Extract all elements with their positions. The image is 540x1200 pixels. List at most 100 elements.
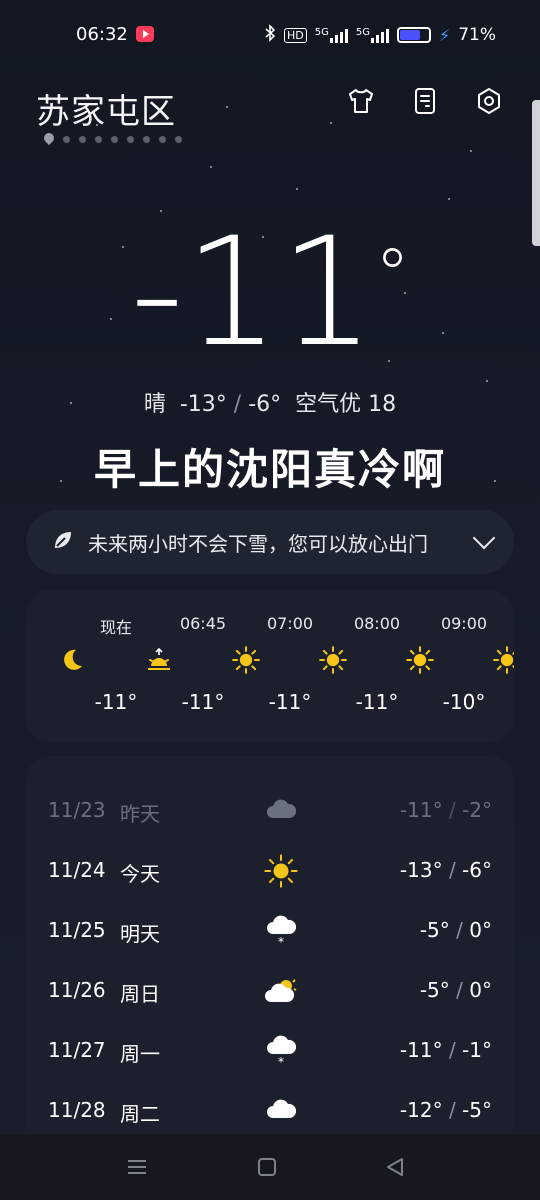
star — [330, 122, 332, 124]
hour-time: 09:00 — [440, 614, 488, 633]
day-low: -5° — [419, 918, 450, 942]
day-label: 今天 — [120, 862, 160, 886]
signal-icon: 5G — [356, 27, 389, 43]
battery-percent: 71% — [458, 25, 496, 45]
network-type-label: 5G — [355, 27, 370, 38]
day-label: 周日 — [120, 982, 160, 1006]
moon-icon — [58, 646, 86, 674]
temperature-value: -11 — [130, 206, 375, 380]
star — [470, 150, 472, 152]
day-range: -12° / -5° — [400, 1098, 492, 1122]
day-high: -2° — [462, 798, 492, 822]
star — [486, 380, 488, 382]
page-indicator — [44, 133, 182, 145]
precipitation-alert[interactable]: 未来两小时不会下雪，您可以放心出门 — [26, 510, 514, 574]
hour-temp: -10° — [442, 690, 486, 714]
daily-row[interactable]: 11/28 周二 -12° / -5° — [26, 1080, 514, 1134]
day-low: -13° — [399, 858, 443, 882]
sun-icon — [232, 646, 260, 674]
day-date: 11/25 — [48, 918, 106, 942]
air-quality[interactable]: 空气优 18 — [295, 392, 396, 417]
day-high: -5° — [462, 1098, 492, 1122]
range-separator: / — [456, 978, 463, 1002]
weather-summary: 晴 -13° / -6° 空气优 18 — [0, 386, 540, 418]
hour-temp: -11° — [94, 690, 138, 714]
day-date: 11/23 — [48, 798, 106, 822]
sunrise-icon — [145, 646, 173, 674]
degree-symbol: ° — [375, 234, 410, 316]
page-dot — [175, 135, 182, 143]
day-high: -6° — [462, 858, 492, 882]
home-icon[interactable] — [256, 1156, 278, 1178]
day-label: 周一 — [120, 1042, 160, 1066]
clothing-icon[interactable] — [346, 86, 376, 116]
network-type-label: 5G — [314, 27, 329, 38]
hour-time: 08:00 — [353, 614, 401, 633]
page-dot — [79, 135, 86, 143]
daily-forecast[interactable]: 11/23 昨天 -11° / -2° 11/24 今天 -13° / -6° 11… — [26, 756, 514, 1134]
system-nav-bar — [0, 1134, 540, 1200]
menu-icon[interactable] — [126, 1156, 148, 1178]
snow-icon: * — [264, 1034, 298, 1069]
page-dot — [95, 135, 102, 143]
settings-icon[interactable] — [474, 86, 504, 116]
alert-text: 未来两小时不会下雪，您可以放心出门 — [88, 531, 428, 556]
daily-row[interactable]: 11/24 今天 -13° / -6° — [26, 840, 514, 900]
hour-time: 07:00 — [266, 614, 314, 633]
daily-row[interactable]: 11/25 明天 * -5° / 0° — [26, 900, 514, 960]
day-label: 昨天 — [120, 802, 160, 826]
day-high: -1° — [462, 1038, 492, 1062]
daily-row[interactable]: 11/27 周一 * -11° / -1° — [26, 1020, 514, 1080]
leaf-icon — [52, 529, 74, 555]
day-range: -5° / 0° — [420, 918, 492, 942]
current-temperature: -11° — [0, 218, 540, 368]
page-dot — [111, 135, 118, 143]
daily-row[interactable]: 11/26 周日 -5° / 0° — [26, 960, 514, 1020]
hour-temp: -11° — [355, 690, 399, 714]
range-separator: / — [448, 1098, 456, 1122]
page-dot — [159, 135, 166, 143]
svg-text:*: * — [278, 935, 284, 948]
range-separator: / — [233, 392, 242, 417]
hour-temp: -11° — [181, 690, 225, 714]
day-range: -13° / -6° — [400, 858, 492, 882]
range-separator: / — [448, 1038, 456, 1062]
sun-icon — [264, 854, 298, 888]
day-range: -11° / -1° — [400, 1038, 492, 1062]
charging-icon: ⚡ — [438, 25, 451, 45]
day-high: 0° — [469, 918, 492, 942]
today-high: -6° — [248, 392, 282, 417]
status-bar: 06:32 HD 5G 5G ⚡ 71% — [0, 0, 540, 72]
day-date: 11/24 — [48, 858, 106, 882]
day-low: -5° — [419, 978, 450, 1002]
today-low: -13° — [179, 392, 227, 417]
news-icon[interactable] — [410, 86, 440, 116]
hour-time: 10:00 — [507, 614, 514, 633]
svg-text:*: * — [278, 1055, 284, 1068]
battery-icon — [396, 27, 431, 43]
chevron-down-icon[interactable] — [472, 526, 496, 550]
day-date: 11/26 — [48, 978, 106, 1002]
page-dot — [127, 135, 134, 143]
day-date: 11/28 — [48, 1098, 106, 1122]
day-label: 周二 — [120, 1102, 160, 1126]
daily-row[interactable]: 11/23 昨天 -11° / -2° — [26, 780, 514, 840]
day-low: -12° — [399, 1098, 443, 1122]
star — [296, 188, 298, 190]
weather-headline: 早上的沈阳真冷啊 — [93, 445, 446, 494]
back-icon[interactable] — [384, 1156, 406, 1178]
hour-temp: -9° — [507, 690, 514, 714]
condition-text: 晴 — [143, 392, 166, 417]
hour-time: 06:45 — [179, 614, 227, 633]
day-low: -11° — [399, 1038, 443, 1062]
hourly-forecast[interactable]: 现在 -11° 06:45 -11° 07:00 -11° 08:00 -11° 09:… — [26, 590, 514, 742]
city-title[interactable]: 苏家屯区 — [36, 84, 176, 133]
day-label: 明天 — [120, 922, 160, 946]
sun-icon — [406, 646, 434, 674]
snow-icon: * — [264, 914, 298, 949]
range-separator: / — [448, 858, 456, 882]
cloud-icon — [264, 1094, 298, 1128]
star — [226, 106, 228, 108]
location-pin-icon — [44, 133, 54, 145]
partly-sunny-icon — [264, 974, 298, 1008]
